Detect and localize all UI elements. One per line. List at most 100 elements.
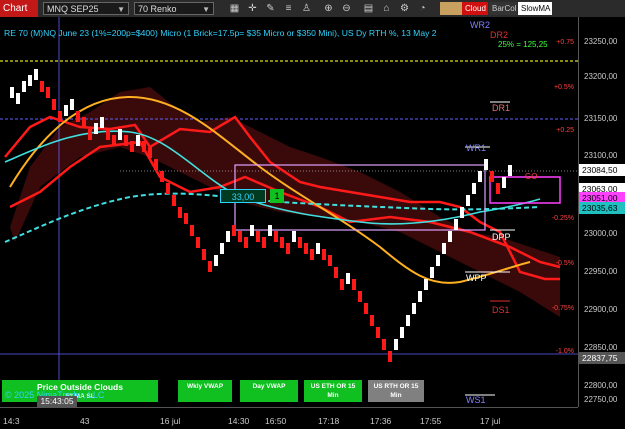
renko-brick	[16, 93, 20, 104]
drag-value-box[interactable]: 33,00	[220, 189, 266, 203]
renko-brick	[358, 291, 362, 302]
renko-brick	[40, 81, 44, 92]
renko-brick	[478, 171, 482, 182]
price-box-last: 23084,50	[579, 164, 625, 176]
price-axis[interactable]: 23250,00 23200,00 23150,00 23100,00 2300…	[578, 17, 625, 407]
grid-icon[interactable]: ▦	[228, 2, 241, 15]
price-chart-panel[interactable]: RE 70 (M)NQ June 23 (1%=200p=$400) Micro…	[0, 17, 578, 407]
renko-brick	[94, 123, 98, 134]
instrument-selector[interactable]: MNQ SEP25 ▼	[43, 2, 129, 15]
renko-brick	[364, 303, 368, 314]
renko-brick	[244, 237, 248, 248]
renko-brick	[352, 279, 356, 290]
renko-brick	[430, 267, 434, 278]
time-label: 14:3	[3, 416, 20, 426]
renko-brick	[436, 255, 440, 266]
renko-brick	[106, 129, 110, 140]
day-vwap-button[interactable]: Day VWAP	[240, 380, 298, 402]
level-go: GO	[525, 172, 538, 181]
renko-brick	[310, 249, 314, 260]
renko-brick	[76, 111, 80, 122]
price-label: 23100,00	[584, 151, 618, 160]
renko-brick	[154, 159, 158, 170]
renko-brick	[442, 243, 446, 254]
strategy-icon[interactable]: ♙	[300, 2, 313, 15]
chart-title: RE 70 (M)NQ June 23 (1%=200p=$400) Micro…	[4, 28, 437, 38]
renko-brick	[406, 315, 410, 326]
renko-brick	[208, 261, 212, 272]
layout-icon[interactable]: ▤	[362, 2, 375, 15]
renko-brick	[484, 159, 488, 170]
renko-brick	[262, 237, 266, 248]
settings-icon[interactable]: ⚙	[398, 2, 411, 15]
renko-brick	[394, 339, 398, 350]
renko-brick	[304, 243, 308, 254]
properties-icon[interactable]: ≡	[282, 2, 295, 15]
renko-brick	[388, 351, 392, 362]
pct-label: +0.25	[556, 127, 574, 134]
price-label: 23200,00	[584, 72, 618, 81]
price-chart-svg	[0, 17, 578, 407]
renko-brick	[232, 225, 236, 236]
indicator-cloud-button[interactable]: Cloud	[462, 2, 488, 15]
pct-label: -0.5%	[555, 260, 574, 267]
renko-brick	[100, 117, 104, 128]
renko-brick	[28, 75, 32, 86]
us-eth-or-button[interactable]: US ETH OR 15 Min	[304, 380, 362, 402]
chevron-down-icon: ▼	[202, 5, 210, 14]
renko-brick	[178, 207, 182, 218]
level-ds1: DS1	[492, 305, 510, 315]
draw-icon[interactable]: ✎	[264, 2, 277, 15]
period-selector[interactable]: 70 Renko ▼	[134, 2, 214, 15]
renko-brick	[172, 195, 176, 206]
button-label: Day VWAP	[252, 383, 286, 390]
renko-brick	[490, 171, 494, 182]
price-label: 22750,00	[584, 395, 618, 404]
indicator-slowma-button[interactable]: SlowMA	[518, 2, 552, 15]
color-swatch[interactable]	[440, 2, 462, 15]
weekly-vwap-button[interactable]: Wkly VWAP	[178, 380, 232, 402]
period-label: 70 Renko	[138, 4, 177, 14]
renko-brick	[322, 249, 326, 260]
renko-brick	[298, 237, 302, 248]
renko-brick	[316, 243, 320, 254]
renko-brick	[238, 231, 242, 242]
time-label: 16:50	[265, 416, 287, 426]
renko-brick	[70, 99, 74, 110]
renko-brick	[190, 225, 194, 236]
renko-brick	[214, 255, 218, 266]
chart-tab[interactable]: Chart	[0, 0, 38, 17]
time-label: 17:18	[318, 416, 340, 426]
time-label: 17 jul	[480, 416, 501, 426]
us-rth-or-button[interactable]: US RTH OR 15 Min	[368, 380, 424, 402]
zoom-out-icon[interactable]: ⊖	[340, 2, 353, 15]
lock-icon[interactable]: ⌂	[380, 2, 393, 15]
level-wr2: WR2	[470, 20, 490, 30]
time-label: 43	[80, 416, 90, 426]
alert-icon[interactable]: ◔	[416, 2, 429, 15]
crosshair-icon[interactable]: ✛	[246, 2, 259, 15]
renko-brick	[10, 87, 14, 98]
price-label: 22900,00	[584, 305, 618, 314]
renko-brick	[226, 231, 230, 242]
price-box: 23035,63	[579, 202, 625, 214]
time-axis[interactable]: 14:3 43 16 jul 14:30 16:50 17:18 17:36 1…	[0, 407, 578, 429]
level-ws1: WS1	[466, 395, 486, 405]
renko-brick	[268, 225, 272, 236]
renko-brick	[424, 279, 428, 290]
renko-brick	[346, 273, 350, 284]
button-sublabel: Min	[390, 392, 402, 399]
zoom-in-icon[interactable]: ⊕	[322, 2, 335, 15]
crosshair-time-box: 15:43:05	[37, 396, 77, 407]
renko-brick	[280, 237, 284, 248]
price-label: 23150,00	[584, 114, 618, 123]
drag-count-box[interactable]: 1	[270, 189, 284, 203]
renko-brick	[250, 225, 254, 236]
renko-brick	[370, 315, 374, 326]
renko-brick	[508, 165, 512, 176]
time-label: 16 jul	[160, 416, 181, 426]
renko-brick	[142, 141, 146, 152]
renko-brick	[400, 327, 404, 338]
renko-brick	[124, 135, 128, 146]
indicator-barcol-button[interactable]: BarCol	[489, 2, 517, 15]
